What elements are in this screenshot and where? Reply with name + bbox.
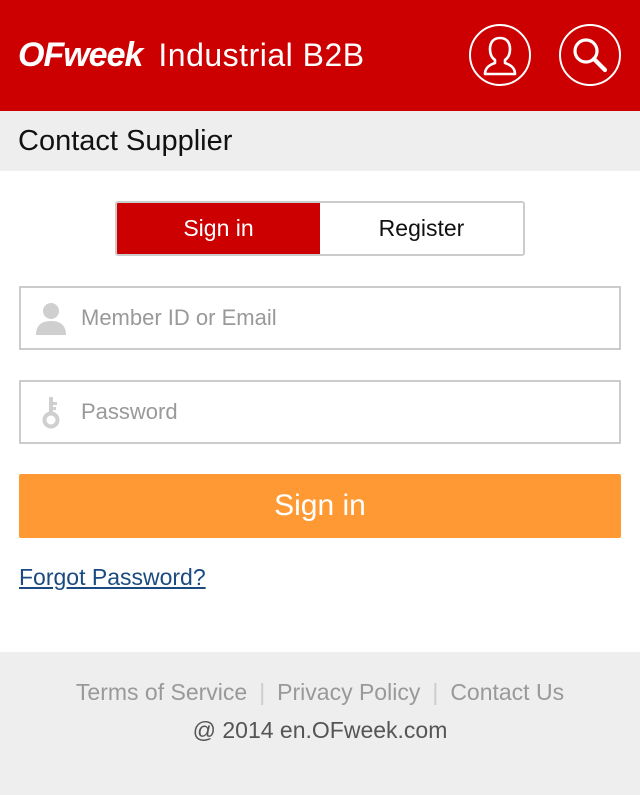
footer-separator: | xyxy=(432,679,439,705)
search-button[interactable] xyxy=(559,24,621,86)
footer-separator: | xyxy=(259,679,266,705)
footer-link-contact[interactable]: Contact Us xyxy=(450,679,564,705)
member-id-input[interactable] xyxy=(79,288,609,348)
key-icon xyxy=(42,397,60,429)
page-title: Contact Supplier xyxy=(18,125,233,157)
password-input[interactable] xyxy=(79,382,609,442)
footer-links: Terms of Service | Privacy Policy | Contact … xyxy=(0,678,640,706)
auth-tabs: Sign in Register xyxy=(115,201,525,256)
site-logo[interactable]: OFweek Industrial B2B xyxy=(18,32,365,78)
footer-link-privacy[interactable]: Privacy Policy xyxy=(277,679,420,705)
site-name: Industrial B2B xyxy=(158,37,365,73)
site-header: OFweek Industrial B2B xyxy=(0,0,640,111)
search-icon xyxy=(573,38,608,73)
forgot-password-link[interactable]: Forgot Password? xyxy=(19,564,206,591)
member-id-field xyxy=(19,286,621,350)
password-field xyxy=(19,380,621,444)
sign-in-button[interactable]: Sign in xyxy=(19,474,621,538)
user-account-button[interactable] xyxy=(469,24,531,86)
logo-mark: OFweek xyxy=(18,36,143,74)
tab-register[interactable]: Register xyxy=(320,203,523,254)
title-bar: Contact Supplier xyxy=(0,111,640,171)
site-footer: Terms of Service | Privacy Policy | Contact … xyxy=(0,652,640,795)
copyright: @ 2014 en.OFweek.com xyxy=(192,717,448,743)
footer-link-terms[interactable]: Terms of Service xyxy=(76,679,247,705)
person-icon xyxy=(36,303,66,335)
tab-sign-in[interactable]: Sign in xyxy=(117,203,320,254)
user-icon xyxy=(483,36,517,76)
